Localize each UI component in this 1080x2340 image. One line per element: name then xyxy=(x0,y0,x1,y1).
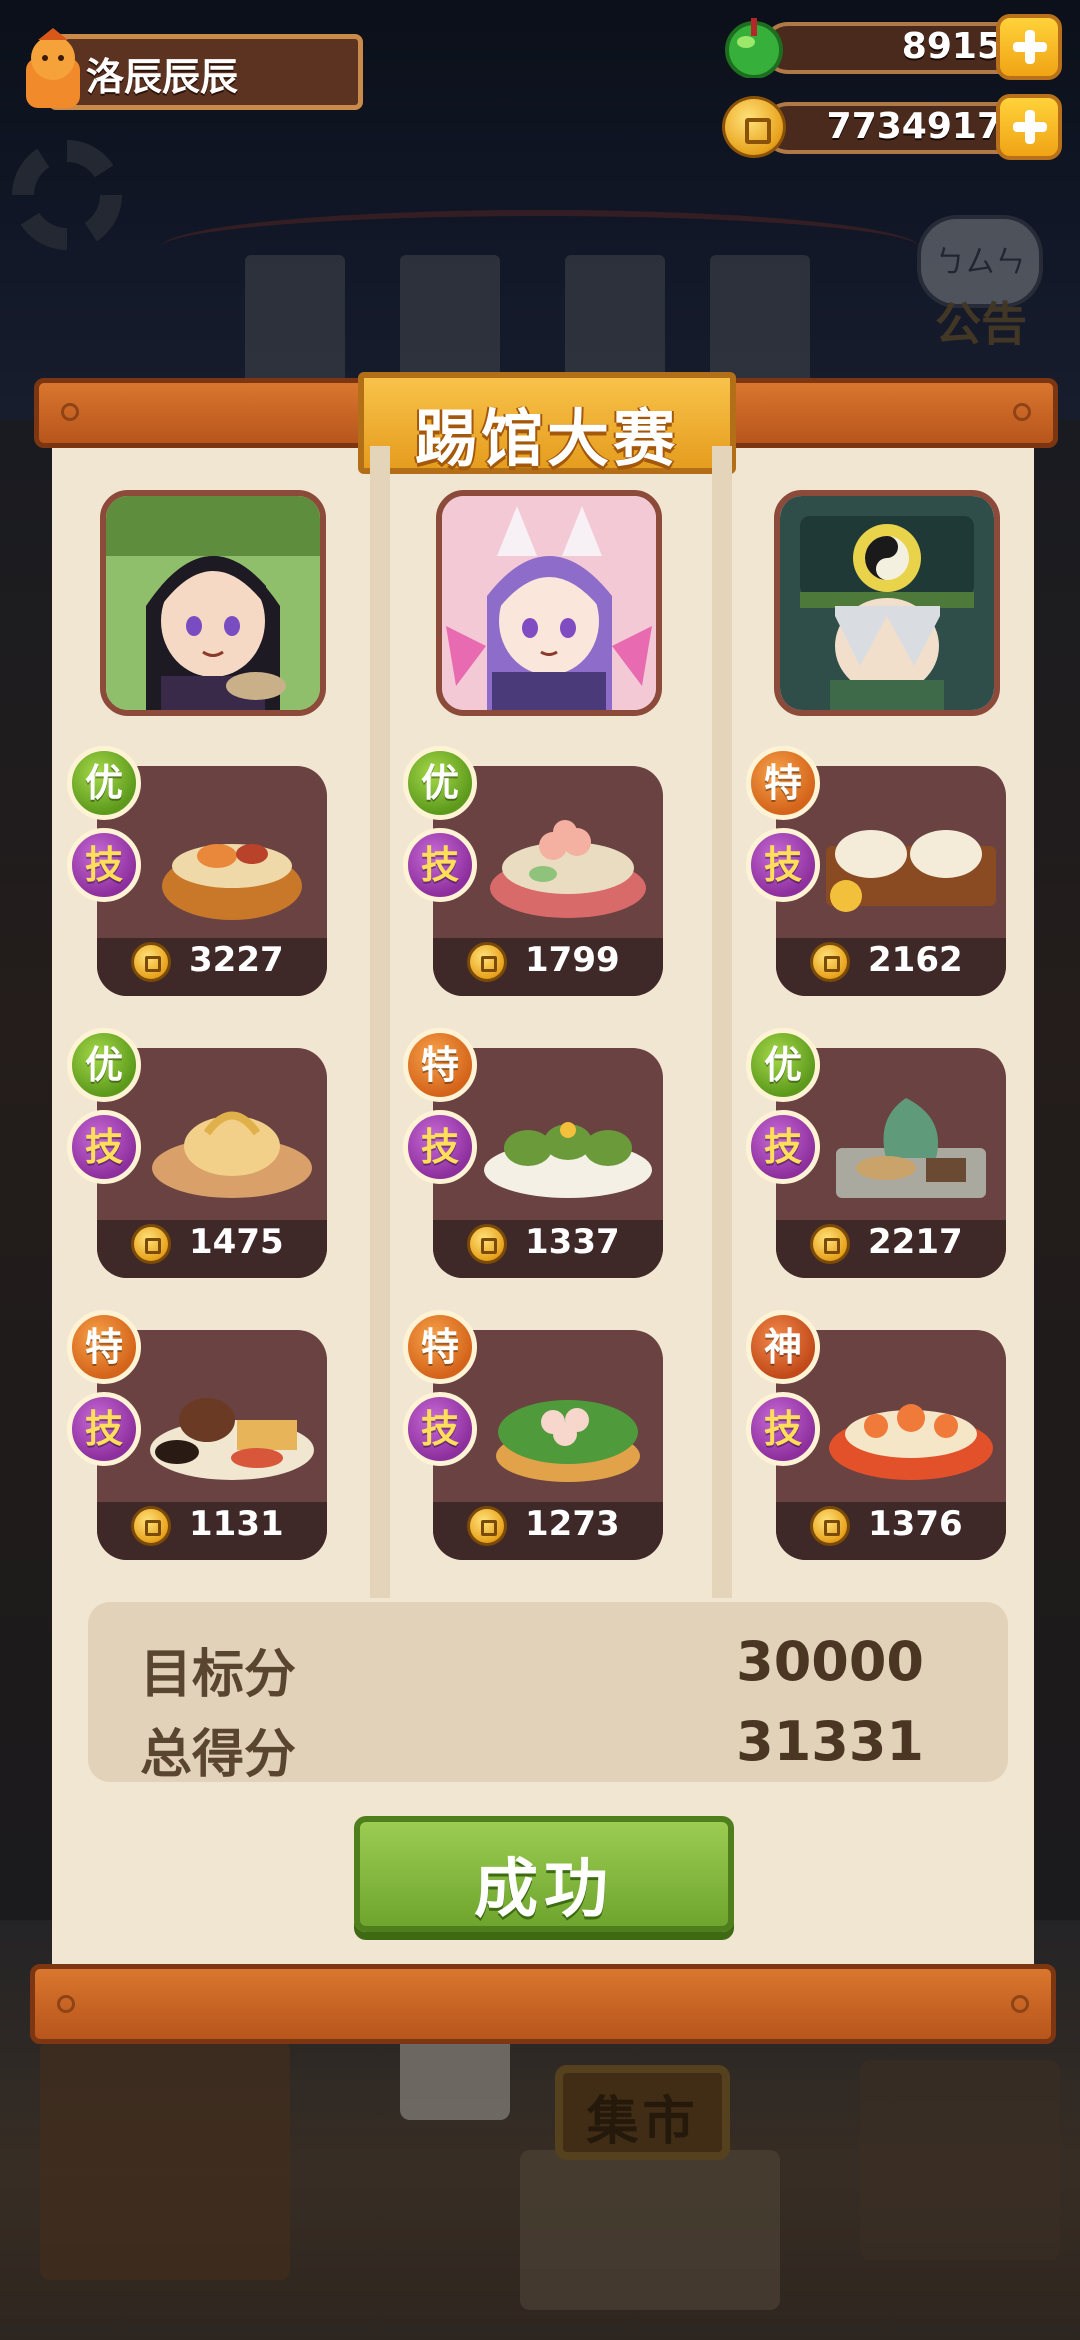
coin-value: 7734917 xyxy=(826,106,1002,147)
total-score-value: 31331 xyxy=(736,1710,924,1773)
dish-grade-badge: 优 xyxy=(67,746,141,820)
dish-grade-badge: 优 xyxy=(67,1028,141,1102)
dish-card[interactable]: 特技 1273 xyxy=(403,1310,663,1560)
success-label: 成功 xyxy=(474,1853,614,1927)
dish-price: 2162 xyxy=(868,940,963,980)
dish-price: 1799 xyxy=(525,940,620,980)
dialog-title-plate: 踢馆大赛 xyxy=(358,372,736,475)
add-coins-button[interactable] xyxy=(996,94,1062,160)
column-divider xyxy=(370,446,390,1598)
dish-food-icon xyxy=(490,820,646,918)
skill-badge: 技 xyxy=(403,828,477,902)
target-score-value: 30000 xyxy=(736,1630,924,1693)
dialog-title: 踢馆大赛 xyxy=(414,402,679,475)
dish-grade-badge: 优 xyxy=(746,1028,820,1102)
dish-card[interactable]: 特技 1337 xyxy=(403,1028,663,1278)
coin-icon xyxy=(467,1506,507,1546)
coin-counter[interactable]: 7734917 xyxy=(722,94,1062,160)
coin-icon xyxy=(131,942,171,982)
dish-grade-badge: 特 xyxy=(67,1310,141,1384)
coin-icon xyxy=(467,1224,507,1264)
dish-price: 1337 xyxy=(525,1222,620,1262)
coin-icon xyxy=(810,942,850,982)
nail-icon xyxy=(61,403,79,421)
dish-grade-badge: 优 xyxy=(403,746,477,820)
dish-price: 3227 xyxy=(189,940,284,980)
chef-2-avatar-icon xyxy=(442,496,656,710)
skill-badge: 技 xyxy=(67,828,141,902)
coin-icon xyxy=(810,1224,850,1264)
player-name: 洛辰辰辰 xyxy=(86,55,239,99)
dish-food-icon xyxy=(826,830,996,912)
chef-3-avatar-icon xyxy=(780,496,994,710)
dish-price: 1273 xyxy=(525,1504,620,1544)
dish-food-icon xyxy=(150,1398,314,1480)
player-info[interactable]: 洛辰辰辰 xyxy=(18,28,363,114)
dish-grade-badge: 神 xyxy=(746,1310,820,1384)
coin-icon xyxy=(810,1506,850,1546)
dish-food-icon xyxy=(496,1400,640,1482)
nail-icon xyxy=(57,1995,75,2013)
skill-badge: 技 xyxy=(746,1392,820,1466)
target-score-label: 目标分 xyxy=(140,1645,297,1705)
column-divider xyxy=(712,446,732,1598)
dish-price: 1475 xyxy=(189,1222,284,1262)
chef-portrait-2[interactable] xyxy=(436,490,662,716)
skill-badge: 技 xyxy=(746,1110,820,1184)
dish-grade-badge: 特 xyxy=(403,1310,477,1384)
add-gems-button[interactable] xyxy=(996,14,1062,80)
gem-counter[interactable]: 8915 xyxy=(722,14,1062,80)
dish-price: 2217 xyxy=(868,1222,963,1262)
dish-card[interactable]: 特技 2162 xyxy=(746,746,1006,996)
coin-icon xyxy=(131,1506,171,1546)
dish-card[interactable]: 优技 3227 xyxy=(67,746,327,996)
dish-card[interactable]: 优技 1799 xyxy=(403,746,663,996)
total-score-label: 总得分 xyxy=(140,1725,297,1785)
coin-icon xyxy=(131,1224,171,1264)
dish-card[interactable]: 神技 1376 xyxy=(746,1310,1006,1560)
dish-price: 1131 xyxy=(189,1504,284,1544)
coin-icon xyxy=(467,942,507,982)
chef-1-avatar-icon xyxy=(106,496,320,710)
chef-portrait-1[interactable] xyxy=(100,490,326,716)
chef-portrait-3[interactable] xyxy=(774,490,1000,716)
dish-food-icon xyxy=(829,1404,993,1480)
player-avatar-icon[interactable] xyxy=(18,28,88,114)
dish-grade-badge: 特 xyxy=(746,746,820,820)
nail-icon xyxy=(1011,1995,1029,2013)
dish-food-icon xyxy=(836,1098,986,1198)
dish-price: 1376 xyxy=(868,1504,963,1544)
panel-bottom-rail xyxy=(30,1964,1056,2044)
dish-food-icon xyxy=(162,844,302,920)
dish-food-icon xyxy=(152,1111,312,1198)
skill-badge: 技 xyxy=(67,1392,141,1466)
skill-badge: 技 xyxy=(67,1110,141,1184)
dish-card[interactable]: 优技 1475 xyxy=(67,1028,327,1278)
dish-grade-badge: 特 xyxy=(403,1028,477,1102)
skill-badge: 技 xyxy=(403,1110,477,1184)
dish-card[interactable]: 优技 2217 xyxy=(746,1028,1006,1278)
success-button[interactable]: 成功 xyxy=(354,1816,734,1932)
nail-icon xyxy=(1013,403,1031,421)
jade-gem-icon xyxy=(725,18,783,78)
coin-icon xyxy=(722,96,786,158)
skill-badge: 技 xyxy=(403,1392,477,1466)
dish-card[interactable]: 特技 1131 xyxy=(67,1310,327,1560)
gem-value: 8915 xyxy=(901,26,1002,67)
skill-badge: 技 xyxy=(746,828,820,902)
dish-food-icon xyxy=(484,1122,652,1198)
score-summary: 目标分 30000 总得分 31331 xyxy=(88,1602,1008,1785)
